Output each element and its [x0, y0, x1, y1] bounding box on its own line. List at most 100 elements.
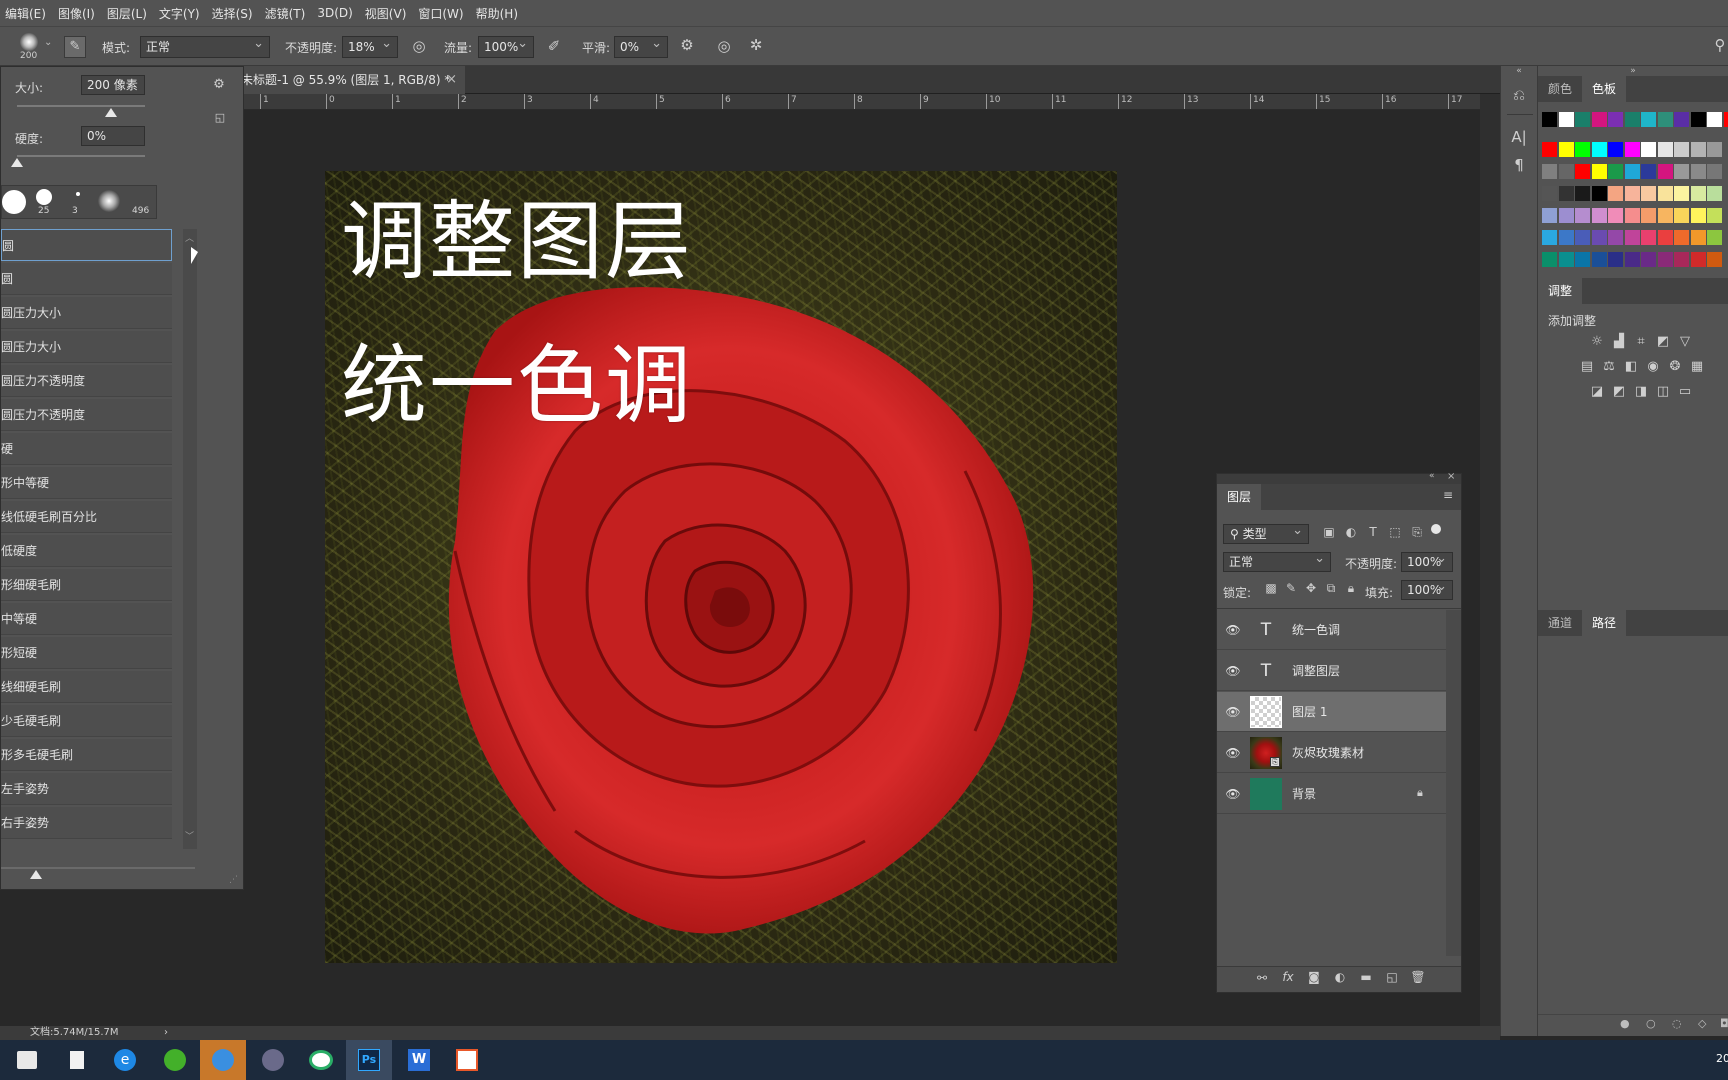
file-icon[interactable]	[54, 1040, 100, 1080]
color-swatch[interactable]	[1608, 142, 1623, 157]
brush-settings-toggle-icon[interactable]: ✎	[64, 36, 86, 58]
color-swatch[interactable]	[1641, 112, 1656, 127]
color-swatch[interactable]	[1591, 164, 1607, 179]
preset-row[interactable]: 形短硬	[1, 637, 172, 669]
exposure-icon[interactable]: ◩	[1654, 334, 1672, 349]
layer-row-text[interactable]: 👁︎ T 统一色调	[1217, 610, 1446, 650]
eye-icon[interactable]: 👁︎	[1225, 786, 1241, 802]
airbrush-icon[interactable]: ✐	[543, 37, 565, 55]
color-swatch[interactable]	[1542, 230, 1557, 245]
feishu-icon[interactable]	[200, 1040, 246, 1080]
new-group-icon[interactable]: ▬	[1357, 970, 1375, 984]
color-swatch[interactable]	[1591, 142, 1607, 157]
color-swatch[interactable]	[1641, 142, 1656, 157]
mode-select[interactable]: 正常	[140, 34, 270, 58]
gradient-map-icon[interactable]: ▭	[1676, 384, 1694, 399]
color-swatch[interactable]	[1624, 164, 1640, 179]
tab-adjustments[interactable]: 调整	[1538, 278, 1583, 304]
preset-row[interactable]: 形中等硬	[1, 467, 172, 499]
tab-color[interactable]: 颜色	[1538, 76, 1582, 102]
color-swatch[interactable]	[1624, 112, 1640, 127]
channel-mixer-icon[interactable]: ❂	[1666, 359, 1684, 374]
new-adjustment-icon[interactable]: ◐	[1331, 970, 1349, 984]
brush-preset-picker[interactable]: 200 ⌄	[14, 31, 54, 63]
tab-swatches[interactable]: 色板	[1582, 76, 1627, 102]
trash-icon[interactable]: 🗑︎	[1409, 970, 1427, 984]
layer-row-image[interactable]: 👁︎ ⎘ 灰烬玫瑰素材	[1217, 733, 1446, 773]
color-swatch[interactable]	[1558, 252, 1574, 267]
stroke-path-icon[interactable]: ○	[1646, 1017, 1656, 1030]
chevron-up-icon[interactable]: ︿	[185, 231, 194, 244]
chevron-right-icon[interactable]: ›	[164, 1026, 168, 1040]
eye-icon[interactable]: 👁︎	[1225, 745, 1241, 761]
history-icon[interactable]: ⎌	[1509, 86, 1529, 104]
preset-row[interactable]: 少毛硬毛刷	[1, 705, 172, 737]
close-icon[interactable]: ×	[1447, 471, 1455, 482]
color-swatch[interactable]	[1558, 164, 1574, 179]
collapse-dock-icon[interactable]: «	[1501, 66, 1537, 76]
color-swatch[interactable]	[1690, 230, 1706, 245]
color-swatch[interactable]	[1624, 208, 1640, 223]
preset-list-scrollbar[interactable]: ︿ ﹀	[183, 229, 197, 849]
preset-row[interactable]: 低硬度	[1, 535, 172, 567]
preset-row[interactable]: 圆压力大小	[1, 331, 172, 363]
filter-toggle-icon[interactable]	[1431, 524, 1441, 534]
store-icon[interactable]	[4, 1040, 50, 1080]
color-swatch[interactable]	[1624, 230, 1640, 245]
brightness-icon[interactable]: ☼	[1588, 334, 1606, 349]
close-icon[interactable]: ×	[446, 66, 457, 94]
brush-tip-tiny[interactable]	[76, 192, 80, 196]
eye-icon[interactable]: 👁︎	[1225, 622, 1241, 638]
color-swatch[interactable]	[1723, 112, 1728, 127]
preset-row[interactable]: 线细硬毛刷	[1, 671, 172, 703]
color-swatch[interactable]	[1707, 142, 1722, 157]
color-swatch[interactable]	[1558, 230, 1574, 245]
document-tab[interactable]: 未标题-1 @ 55.9% (图层 1, RGB/8) * ×	[225, 66, 465, 94]
color-swatch[interactable]	[1542, 208, 1557, 223]
color-swatch[interactable]	[1674, 164, 1689, 179]
menu-select[interactable]: 选择(S)	[207, 5, 260, 22]
character-icon[interactable]: A|	[1509, 128, 1529, 146]
invert-icon[interactable]: ◪	[1588, 384, 1606, 399]
ie-icon[interactable]: e	[102, 1040, 148, 1080]
pressure-size-icon[interactable]: ◎	[713, 37, 735, 55]
add-mask-icon[interactable]: ◙	[1305, 970, 1323, 984]
color-swatch[interactable]	[1641, 164, 1656, 179]
menu-type[interactable]: 文字(Y)	[154, 5, 207, 22]
color-swatch[interactable]	[1657, 142, 1673, 157]
wechat-icon[interactable]	[298, 1040, 344, 1080]
layer-row-background[interactable]: 👁︎ 背景 🔒︎	[1217, 774, 1446, 814]
panel-menu-icon[interactable]: ≡	[1443, 488, 1453, 502]
color-swatch[interactable]	[1690, 164, 1706, 179]
photoshop-icon[interactable]: Ps	[346, 1040, 392, 1080]
color-swatch[interactable]	[1608, 208, 1623, 223]
color-swatch[interactable]	[1674, 186, 1689, 201]
selection-to-path-icon[interactable]: ◇	[1698, 1017, 1706, 1030]
layer-opacity-input[interactable]: 100%	[1401, 550, 1453, 572]
curves-icon[interactable]: ⌗	[1632, 334, 1650, 349]
color-swatch[interactable]	[1641, 230, 1656, 245]
brush-tip-large-soft[interactable]	[98, 190, 120, 212]
color-swatch[interactable]	[1690, 208, 1706, 223]
levels-icon[interactable]: ▟	[1610, 334, 1628, 349]
layer-filter-select[interactable]: ⚲ 类型	[1223, 522, 1309, 544]
color-swatch[interactable]	[1690, 252, 1706, 267]
vertical-scrollbar[interactable]	[1480, 94, 1500, 1026]
color-swatch[interactable]	[1657, 208, 1673, 223]
preset-row[interactable]: 形多毛硬毛刷	[1, 739, 172, 771]
menu-view[interactable]: 视图(V)	[360, 5, 414, 22]
color-swatch[interactable]	[1707, 112, 1722, 127]
canvas-image[interactable]: 调整图层 统一色调	[325, 171, 1117, 963]
color-swatch[interactable]	[1641, 186, 1656, 201]
color-swatch[interactable]	[1674, 230, 1689, 245]
opacity-input[interactable]: 18%	[342, 34, 398, 58]
color-swatch[interactable]	[1657, 230, 1673, 245]
color-swatch[interactable]	[1707, 186, 1722, 201]
color-swatch[interactable]	[1558, 142, 1574, 157]
color-swatch[interactable]	[1624, 186, 1640, 201]
lock-artboard-icon[interactable]: ⧉	[1323, 581, 1339, 596]
color-swatch[interactable]	[1657, 112, 1673, 127]
color-swatch[interactable]	[1690, 186, 1706, 201]
selective-color-icon[interactable]: ◫	[1654, 384, 1672, 399]
new-preset-icon[interactable]: ◱	[213, 111, 227, 124]
